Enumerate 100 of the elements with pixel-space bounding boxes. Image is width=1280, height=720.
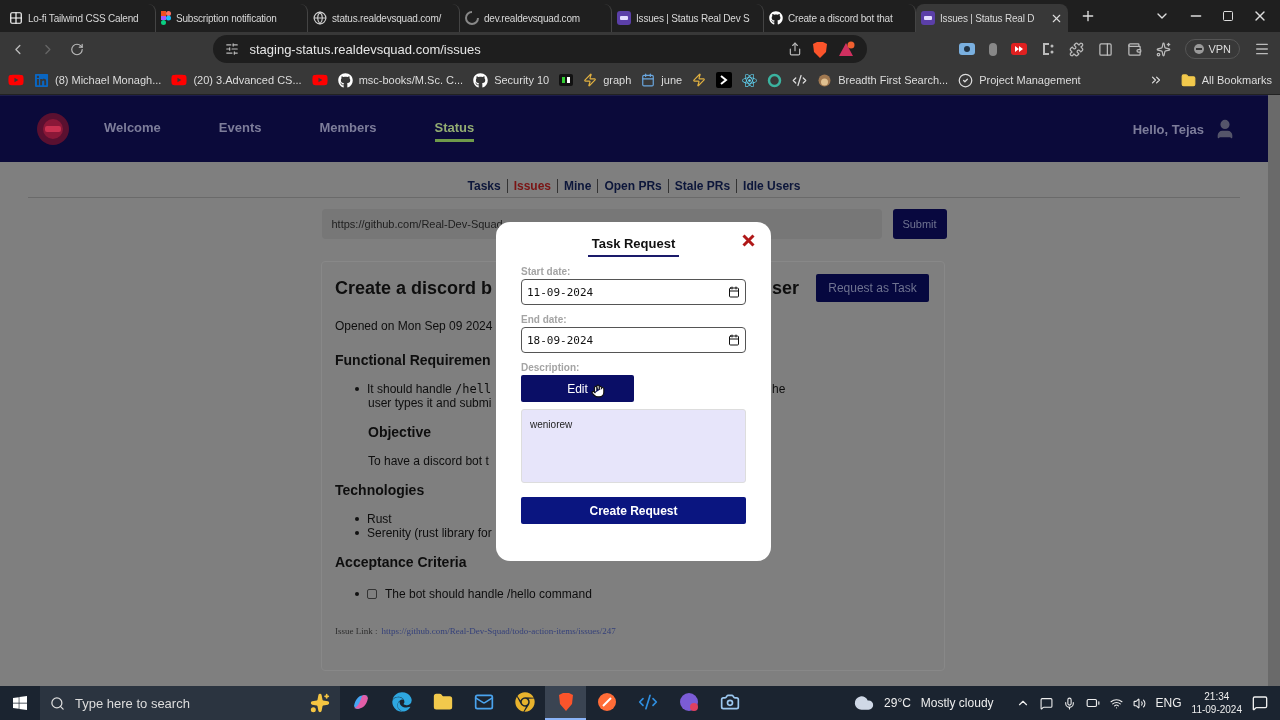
network-icon — [34, 72, 49, 88]
requirement-text: he — [772, 382, 786, 396]
bolt-icon — [692, 73, 707, 87]
filter-link[interactable]: Idle Users — [736, 179, 807, 193]
bookmark[interactable]: june — [641, 73, 683, 87]
list-item: Serenity (rust library for — [367, 526, 492, 540]
site-settings-icon[interactable] — [225, 42, 240, 56]
calendar-icon — [641, 73, 656, 87]
bookmark[interactable]: msc-books/M.Sc. C... — [337, 72, 464, 88]
windows-icon[interactable] — [12, 695, 28, 711]
issue-title: ser — [772, 277, 800, 299]
temperature: 29°C — [884, 696, 911, 710]
cat-logo-icon — [337, 72, 353, 88]
mail-icon — [473, 692, 494, 712]
app-icon — [921, 11, 935, 25]
opened-date: Opened on Mon Sep 09 2024 — [335, 319, 493, 333]
cat-logo-icon — [769, 11, 783, 25]
share-icon[interactable] — [788, 42, 803, 56]
browser-icon — [514, 692, 535, 712]
code-icon — [792, 72, 808, 88]
notifications-icon[interactable] — [1252, 695, 1268, 711]
field-label: Description: — [521, 362, 581, 373]
weather-text: Mostly cloudy — [920, 696, 994, 710]
code-editor-icon — [637, 692, 658, 712]
taskbar-app[interactable] — [545, 686, 586, 720]
grid-icon — [559, 74, 574, 86]
field-label: End date: — [521, 314, 568, 325]
address-bar[interactable]: staging-status.realdevsquad.com/issues — [213, 35, 868, 63]
globe-icon — [313, 11, 327, 25]
camera-icon — [719, 692, 740, 712]
close-icon[interactable] — [742, 234, 755, 247]
bookmark-folder[interactable]: All Bookmarks — [1180, 72, 1272, 88]
bookmark[interactable]: graph — [583, 73, 632, 87]
logo-icon — [36, 112, 70, 146]
forward-icon[interactable] — [1011, 43, 1028, 55]
chat-icon — [678, 692, 699, 712]
sidebar-icon[interactable] — [1098, 41, 1114, 57]
shapes-icon — [161, 11, 171, 25]
edit-button[interactable]: Edit — [521, 375, 634, 402]
bookmark[interactable]: Project Management — [958, 72, 1081, 88]
battery-icon[interactable] — [1085, 696, 1100, 710]
browser-tab[interactable]: Issues | Status Real D — [916, 4, 1068, 32]
weather-icon[interactable] — [854, 693, 875, 713]
atom-icon — [742, 72, 758, 88]
nav-link[interactable]: Members — [319, 116, 377, 142]
check-icon — [958, 72, 974, 88]
link-label: Issue Link : — [335, 626, 378, 636]
chat-icon[interactable] — [1039, 696, 1053, 710]
list-item: Rust — [367, 512, 392, 526]
objective-text: To have a discord bot t — [368, 454, 489, 468]
section-heading: Acceptance Criteria — [335, 554, 467, 570]
bookmark[interactable]: (8) Michael Monagh... — [34, 72, 162, 88]
description-field[interactable]: weniorew — [521, 409, 746, 483]
date-field[interactable]: 18-09-2024 — [521, 327, 746, 353]
search-field[interactable]: Type here to search — [40, 686, 340, 720]
bookmark[interactable]: (20) 3.Advanced CS... — [171, 72, 302, 88]
section-heading: Functional Requiremen — [335, 352, 491, 368]
terminal-icon — [716, 72, 733, 88]
nav-link[interactable]: Welcome — [104, 116, 161, 142]
filter-link[interactable]: Tasks — [461, 179, 507, 193]
ring-icon — [767, 72, 783, 88]
requirement-text: It should handle /hell — [367, 382, 492, 396]
calendar-icon[interactable] — [728, 334, 740, 346]
screen-icon[interactable] — [959, 43, 976, 55]
checkbox[interactable] — [367, 589, 377, 599]
reload-icon[interactable] — [69, 41, 84, 57]
bookmark[interactable]: Security 10 — [473, 72, 550, 88]
hand-cursor-icon — [591, 384, 605, 398]
bolt-icon — [583, 73, 598, 87]
date-field[interactable]: 11-09-2024 — [521, 279, 746, 305]
nav-link[interactable]: Events — [218, 116, 262, 142]
filter-link[interactable]: Open PRs — [597, 179, 668, 193]
bracket-icon[interactable] — [1041, 42, 1056, 56]
mic-icon[interactable] — [1062, 696, 1076, 710]
volume-icon[interactable] — [1132, 696, 1146, 710]
search-icon — [50, 695, 65, 711]
extensions-icon[interactable] — [1069, 41, 1085, 57]
calendar-icon[interactable] — [728, 286, 740, 298]
filter-link[interactable]: Mine — [557, 179, 598, 193]
wifi-icon[interactable] — [1109, 696, 1123, 710]
greeting: Hello, Tejas — [1132, 121, 1204, 137]
mouse-icon[interactable] — [989, 42, 998, 56]
clock-date: 11-09-2024 — [1191, 703, 1242, 716]
create-request-button[interactable]: Create Request — [521, 497, 746, 524]
submit-button[interactable]: Submit — [892, 209, 947, 239]
nav-link[interactable]: Status — [434, 116, 475, 142]
play-icon — [311, 72, 328, 88]
new-tab-icon[interactable] — [1080, 8, 1096, 24]
wallet-icon[interactable] — [1127, 41, 1143, 57]
folder-icon — [1180, 72, 1196, 88]
menu-icon[interactable] — [1254, 41, 1270, 57]
wave-icon — [391, 692, 412, 712]
filter-link[interactable]: Stale PRs — [667, 179, 737, 193]
language: ENG — [1155, 696, 1182, 710]
play-icon — [8, 72, 24, 88]
sparkle-icon[interactable] — [1156, 41, 1172, 57]
maximize-icon[interactable] — [1222, 10, 1234, 22]
request-task-button[interactable]: Request as Task — [816, 274, 929, 302]
triangle-icon[interactable] — [838, 41, 856, 57]
bookmark[interactable]: Breadth First Search... — [817, 72, 949, 88]
